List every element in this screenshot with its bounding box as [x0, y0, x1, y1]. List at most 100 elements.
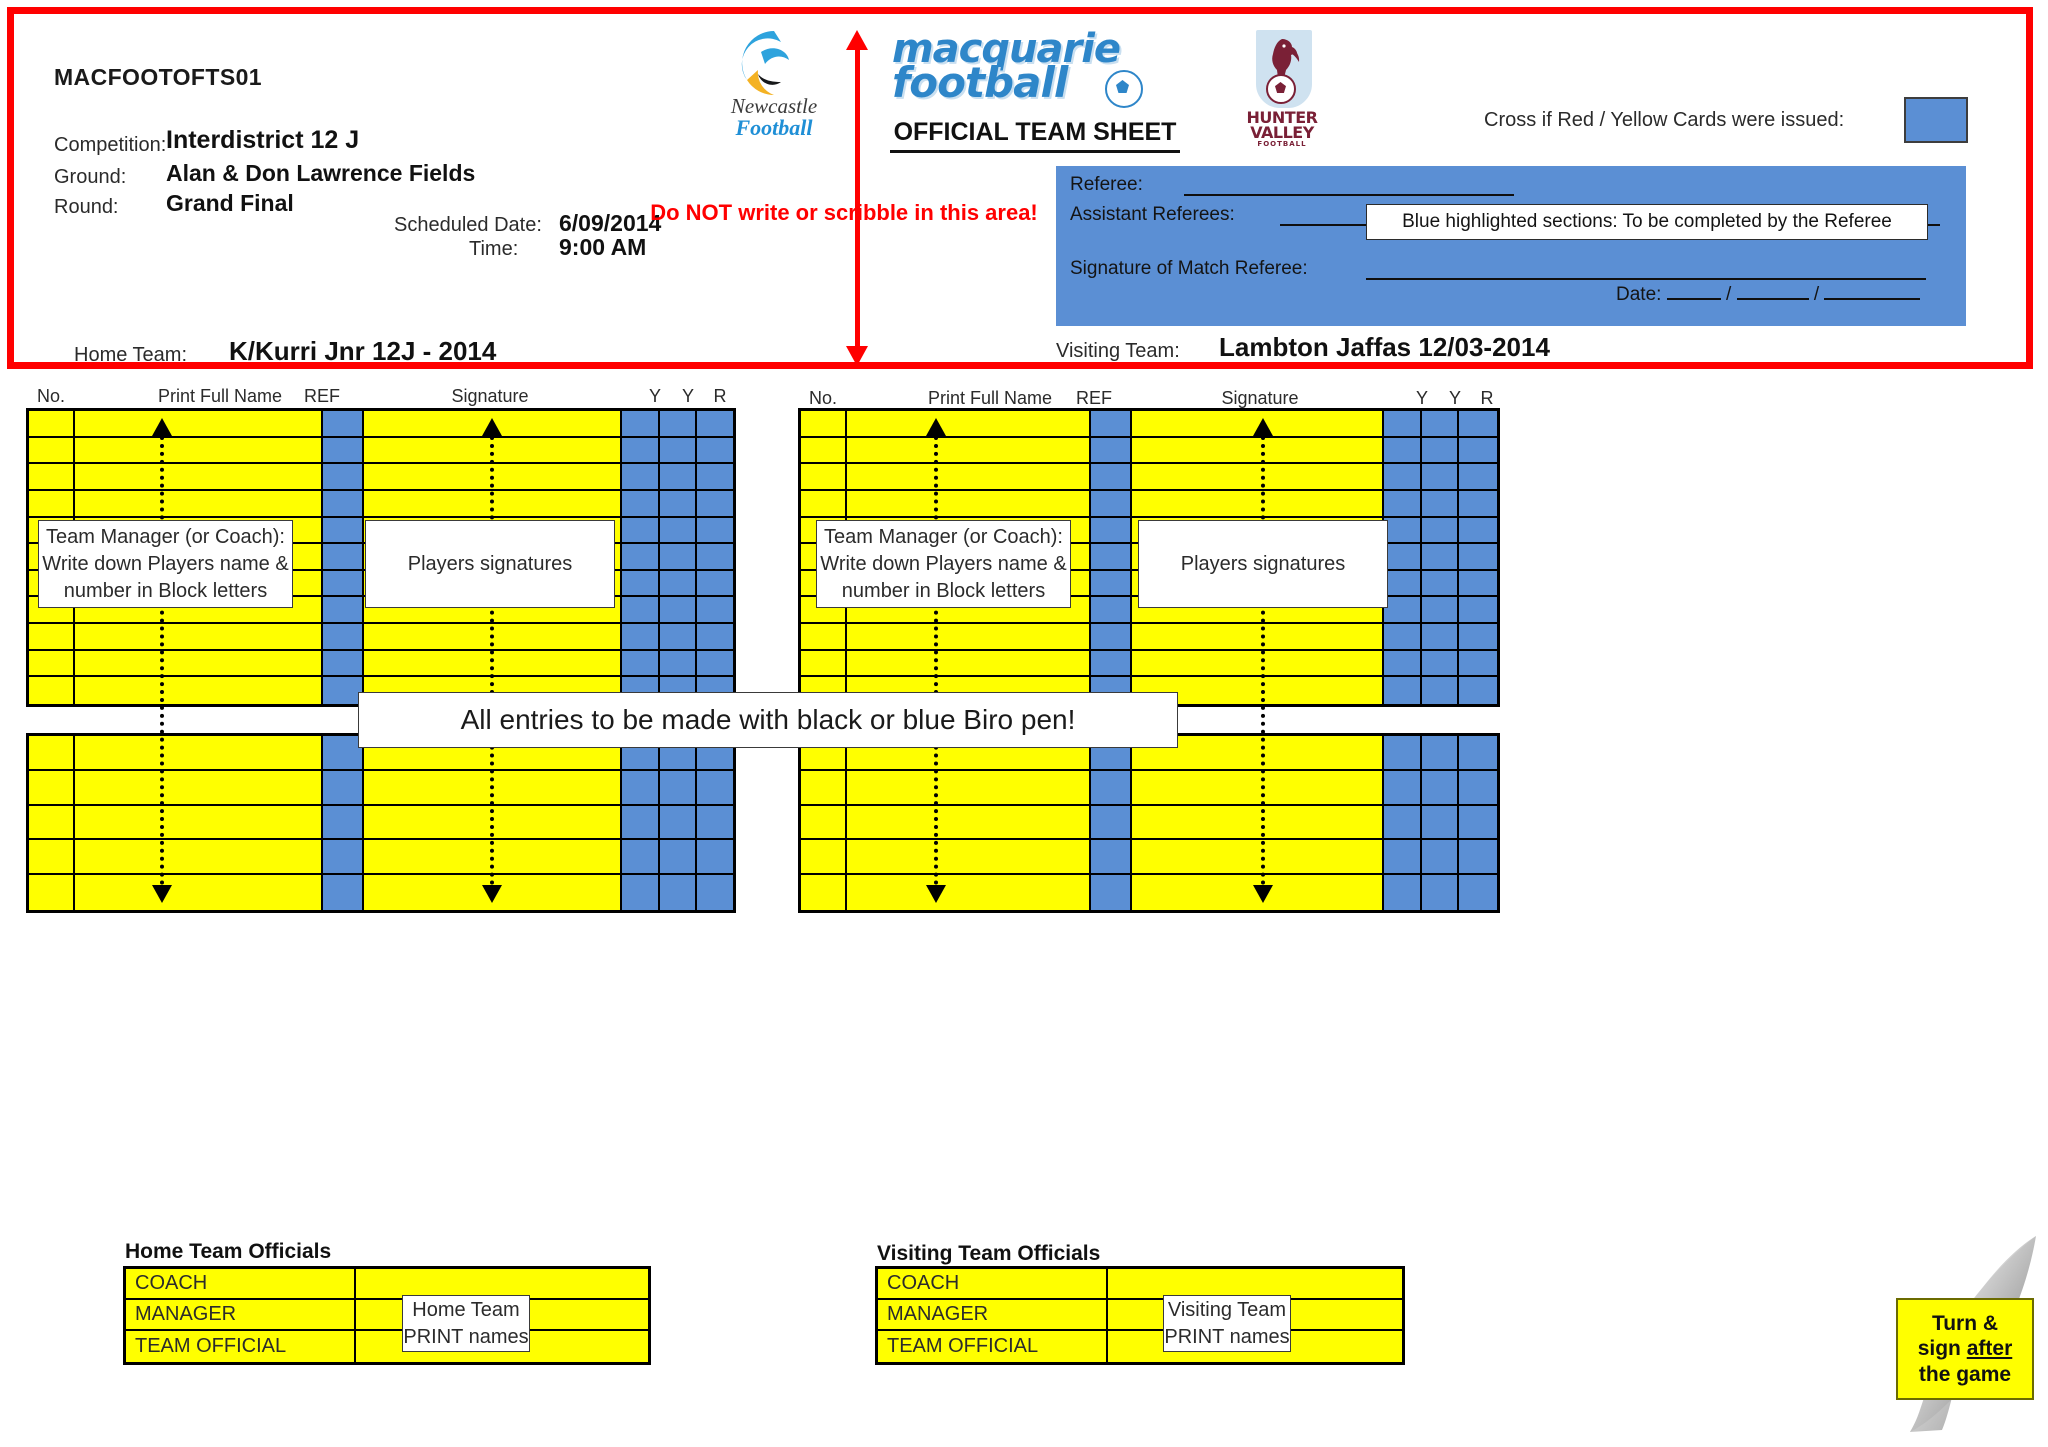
cell-ref[interactable] [322, 437, 365, 465]
cell-no[interactable] [801, 770, 847, 806]
cell-r[interactable] [697, 411, 733, 438]
cell-ref[interactable] [1090, 805, 1133, 841]
cell-r[interactable] [1459, 624, 1498, 651]
cell-r[interactable] [697, 597, 733, 624]
home-team-substitutes-grid[interactable] [26, 733, 736, 913]
cell-y2[interactable] [659, 805, 698, 841]
cell-y2[interactable] [1421, 544, 1460, 571]
cell-print-name[interactable] [74, 464, 323, 491]
cell-y2[interactable] [659, 650, 698, 678]
cell-signature[interactable] [1132, 805, 1384, 841]
cell-r[interactable] [1459, 805, 1498, 841]
cell-print-name[interactable] [846, 624, 1091, 651]
cell-y1[interactable] [621, 650, 660, 678]
cell-r[interactable] [697, 570, 733, 598]
cell-no[interactable] [29, 805, 75, 841]
cell-y2[interactable] [1421, 437, 1460, 465]
cell-ref[interactable] [322, 805, 365, 841]
cell-no[interactable] [801, 490, 847, 518]
cell-y2[interactable] [1421, 517, 1460, 545]
cell-ref[interactable] [322, 544, 365, 571]
cell-y1[interactable] [1383, 624, 1422, 651]
cell-signature[interactable] [1132, 490, 1384, 518]
table-row[interactable] [801, 437, 1498, 465]
cell-print-name[interactable] [74, 770, 323, 806]
table-row[interactable] [29, 840, 733, 876]
cell-y2[interactable] [1421, 840, 1460, 876]
cell-signature[interactable] [1132, 770, 1384, 806]
table-row[interactable] [801, 490, 1498, 518]
cell-r[interactable] [697, 840, 733, 876]
cell-y1[interactable] [1383, 770, 1422, 806]
cell-ref[interactable] [322, 875, 365, 910]
cell-print-name[interactable] [74, 411, 323, 438]
cell-no[interactable] [29, 490, 75, 518]
cell-no[interactable] [29, 411, 75, 438]
cell-r[interactable] [1459, 464, 1498, 491]
cell-y1[interactable] [621, 840, 660, 876]
visiting-team-substitutes-grid[interactable] [798, 733, 1500, 913]
cell-no[interactable] [801, 875, 847, 910]
cell-print-name[interactable] [74, 490, 323, 518]
cell-ref[interactable] [322, 840, 365, 876]
table-row[interactable] [801, 840, 1498, 876]
cell-y1[interactable] [621, 411, 660, 438]
cell-y2[interactable] [1421, 805, 1460, 841]
cell-ref[interactable] [1090, 517, 1133, 545]
cell-no[interactable] [801, 464, 847, 491]
table-row[interactable] [801, 411, 1498, 438]
cell-r[interactable] [697, 624, 733, 651]
cell-r[interactable] [1459, 770, 1498, 806]
cell-ref[interactable] [1090, 840, 1133, 876]
cell-r[interactable] [697, 437, 733, 465]
cell-ref[interactable] [1090, 650, 1133, 678]
cell-y1[interactable] [1383, 650, 1422, 678]
cell-print-name[interactable] [74, 805, 323, 841]
cell-y1[interactable] [621, 570, 660, 598]
cell-r[interactable] [697, 875, 733, 910]
cell-y2[interactable] [1421, 736, 1460, 771]
cell-y1[interactable] [1383, 840, 1422, 876]
cell-ref[interactable] [1090, 464, 1133, 491]
home-team-officials-table[interactable]: COACH MANAGER TEAM OFFICIAL [123, 1266, 651, 1365]
referee-signature-line[interactable] [1366, 278, 1926, 280]
cell-y2[interactable] [659, 875, 698, 910]
cell-y2[interactable] [1421, 464, 1460, 491]
date-day-field[interactable] [1666, 298, 1721, 300]
cell-no[interactable] [29, 437, 75, 465]
cell-y1[interactable] [1383, 517, 1422, 545]
cell-y2[interactable] [1421, 875, 1460, 910]
table-row[interactable] [801, 770, 1498, 806]
cell-y1[interactable] [621, 770, 660, 806]
table-row[interactable] [29, 770, 733, 806]
cell-y1[interactable] [1383, 570, 1422, 598]
cell-no[interactable] [29, 677, 75, 704]
cell-print-name[interactable] [74, 736, 323, 771]
cards-issued-checkbox[interactable] [1904, 97, 1968, 143]
cell-no[interactable] [801, 805, 847, 841]
cell-print-name[interactable] [74, 875, 323, 910]
referee-date-row[interactable]: Date: / / [1616, 284, 1921, 306]
cell-ref[interactable] [1090, 437, 1133, 465]
cell-signature[interactable] [1132, 464, 1384, 491]
cell-print-name[interactable] [846, 650, 1091, 678]
table-row[interactable] [801, 650, 1498, 678]
officials-row[interactable]: COACH [126, 1269, 648, 1300]
cell-y2[interactable] [659, 517, 698, 545]
cell-r[interactable] [1459, 677, 1498, 704]
cell-no[interactable] [801, 437, 847, 465]
cell-y1[interactable] [1383, 464, 1422, 491]
cell-print-name[interactable] [846, 464, 1091, 491]
cell-y2[interactable] [659, 464, 698, 491]
cell-y2[interactable] [1421, 570, 1460, 598]
cell-no[interactable] [29, 840, 75, 876]
cell-y1[interactable] [1383, 805, 1422, 841]
officials-row[interactable]: COACH [878, 1269, 1402, 1300]
cell-no[interactable] [29, 624, 75, 651]
cell-y1[interactable] [1383, 736, 1422, 771]
cell-ref[interactable] [1090, 544, 1133, 571]
visiting-team-officials-table[interactable]: COACH MANAGER TEAM OFFICIAL [875, 1266, 1405, 1365]
officials-row[interactable]: MANAGER [126, 1300, 648, 1331]
cell-print-name[interactable] [846, 411, 1091, 438]
cell-ref[interactable] [1090, 570, 1133, 598]
